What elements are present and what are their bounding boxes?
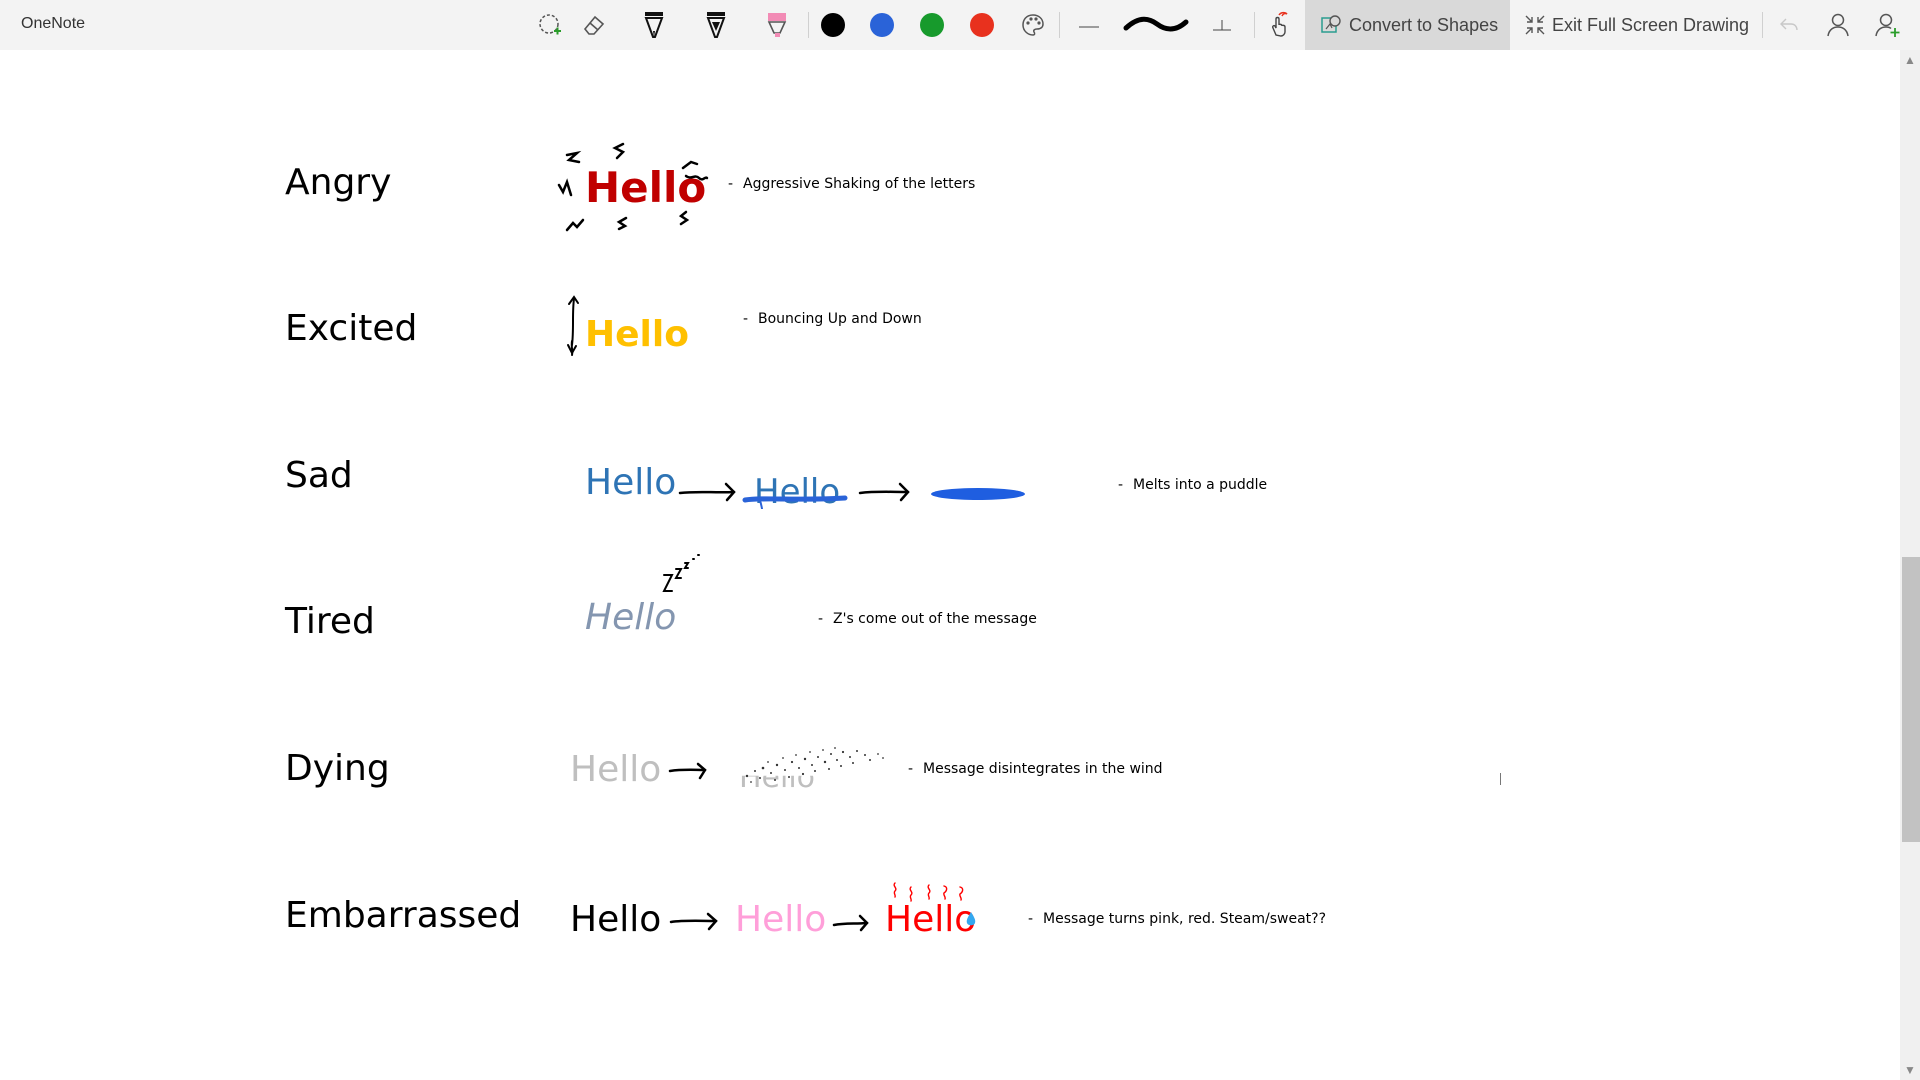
bullet: - [818,611,824,627]
angry-shake-scribbles [557,142,709,232]
highlighter-button[interactable] [759,5,795,45]
emotion-label-tired: Tired [285,601,375,642]
color-swatch-green [920,13,944,37]
stroke-size-icon [1213,20,1231,31]
undo-button[interactable] [1773,5,1805,45]
bullet: - [728,176,734,192]
emotion-label-sad: Sad [285,455,353,496]
person-icon [1827,13,1849,37]
eraser-button[interactable] [576,5,612,45]
emotion-label-embarrassed: Embarrassed [285,895,522,936]
hello-tired: Hello [585,597,677,638]
color-swatch-black [821,13,845,37]
share-button[interactable] [1872,5,1904,45]
pen-icon [644,12,664,38]
exit-full-screen-label: Exit Full Screen Drawing [1552,14,1750,35]
embarrassed-drawing [669,882,976,932]
lasso-select-button[interactable] [532,5,568,45]
convert-to-shapes-button[interactable]: Convert to Shapes [1305,0,1510,50]
pen-black-2-button[interactable] [698,5,734,45]
bullet: - [743,311,749,327]
palette-icon [1022,14,1044,36]
scroll-down-icon[interactable]: ▼ [1902,1062,1918,1078]
app-title: OneNote [21,15,86,32]
emotion-label-angry: Angry [285,162,392,203]
account-button[interactable] [1822,5,1854,45]
color-blue-button[interactable] [868,5,896,45]
lasso-select-icon [539,14,561,35]
note-sad: Melts into a puddle [1133,477,1268,493]
scrollbar-thumb[interactable] [1902,557,1920,842]
color-swatch-red [970,13,994,37]
note-dying: Message disintegrates in the wind [923,761,1163,777]
note-excited: Bouncing Up and Down [758,311,922,327]
emotion-label-dying: Dying [285,748,390,789]
hello-embarrassed-black: Hello [570,899,662,940]
color-red-button[interactable] [968,5,996,45]
hello-excited: Hello [585,314,689,355]
eraser-icon [583,15,605,35]
bullet: - [1118,477,1124,493]
color-black-button[interactable] [819,5,847,45]
touch-draw-icon [1272,11,1288,37]
emotion-label-excited: Excited [285,308,418,349]
color-swatch-blue [870,13,894,37]
highlighter-icon [767,13,787,37]
note-tired: Z's come out of the message [833,611,1037,627]
drawing-toolbar: OneNote Convert to Shapes Exit Full Scre… [0,0,1920,50]
note-angry: Aggressive Shaking of the letters [743,176,976,192]
text-cursor [1500,773,1501,785]
zzz-icon [662,554,700,592]
bounce-arrows-icon [567,295,579,356]
color-green-button[interactable] [918,5,946,45]
collapse-icon [1525,15,1545,35]
convert-to-shapes-label: Convert to Shapes [1349,14,1499,35]
pen-icon [706,12,726,38]
note-embarrassed: Message turns pink, red. Steam/sweat?? [1043,911,1327,927]
exit-full-screen-button[interactable]: Exit Full Screen Drawing [1524,0,1749,50]
touch-drawing-button[interactable] [1262,5,1294,45]
thin-stroke-button[interactable] [1073,5,1105,45]
thin-line-icon [1079,26,1099,28]
stroke-preview-icon [1123,16,1189,32]
dying-disintegrate-drawing [668,747,884,783]
hello-dying: Hello [570,749,662,790]
more-colors-button[interactable] [1018,5,1048,45]
stroke-size-button[interactable] [1206,5,1238,45]
thick-stroke-button[interactable] [1118,5,1194,45]
hello-sad: Hello [585,462,677,503]
bullet: - [908,761,914,777]
convert-shapes-icon [1321,15,1341,33]
undo-icon [1780,18,1798,31]
bullet: - [1028,911,1034,927]
scroll-up-icon[interactable]: ▲ [1902,52,1918,68]
sad-melt-drawing [678,482,1025,510]
pen-black-button[interactable] [636,5,672,45]
add-person-icon [1875,13,1900,37]
